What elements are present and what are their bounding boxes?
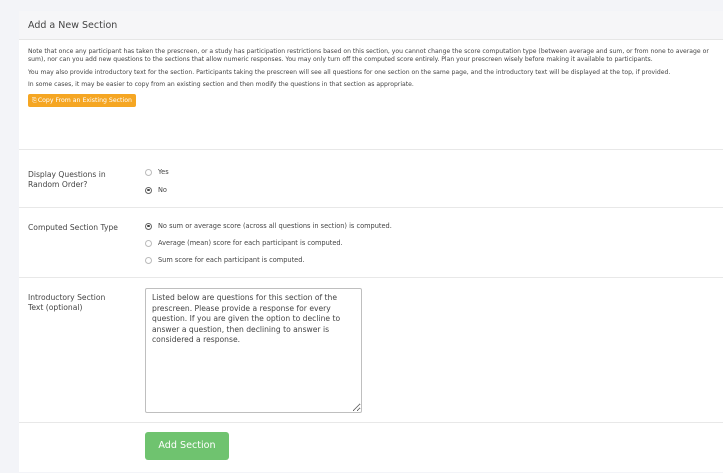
computed-type-row: Computed Section Type No sum or average … xyxy=(19,207,723,278)
computed-option-none[interactable]: No sum or average score (across all ques… xyxy=(145,222,392,230)
panel-title: Add a New Section xyxy=(19,11,723,40)
intro-paragraph-text: You may also provide introductory text f… xyxy=(28,68,671,76)
copy-from-existing-button[interactable]: ⎘Copy From an Existing Section xyxy=(28,93,136,107)
computed-option-average[interactable]: Average (mean) score for each participan… xyxy=(145,239,343,247)
radio-no[interactable] xyxy=(145,186,152,194)
option-no-label: No xyxy=(158,186,167,194)
intro-text-row: Introductory Section Text (optional) xyxy=(19,277,723,423)
intro-text-label: Introductory Section Text (optional) xyxy=(28,293,106,312)
random-order-row: Display Questions in Random Order? Yes N… xyxy=(19,149,723,208)
computed-option-sum[interactable]: Sum score for each participant is comput… xyxy=(145,256,305,264)
radio-yes[interactable] xyxy=(145,168,152,176)
intro-text-textarea[interactable] xyxy=(145,288,362,413)
intro-paragraph-copy: In some cases, it may be easier to copy … xyxy=(28,81,414,88)
computed-option-average-label: Average (mean) score for each participan… xyxy=(158,239,343,247)
random-order-option-yes[interactable]: Yes xyxy=(145,168,169,176)
radio-sum[interactable] xyxy=(145,256,152,264)
submit-row xyxy=(19,422,723,473)
radio-average[interactable] xyxy=(145,239,152,247)
computed-option-none-label: No sum or average score (across all ques… xyxy=(158,222,392,230)
copy-icon: ⎘ xyxy=(32,96,37,104)
option-yes-label: Yes xyxy=(158,168,169,176)
random-order-option-no[interactable]: No xyxy=(145,186,167,194)
intro-notes: Note that once any participant has taken… xyxy=(19,40,723,107)
copy-button-label: Copy From an Existing Section xyxy=(37,96,132,104)
computed-type-label: Computed Section Type xyxy=(28,223,118,232)
add-section-button[interactable]: Add Section xyxy=(145,432,229,460)
random-order-label: Display Questions in Random Order? xyxy=(28,170,106,189)
computed-option-sum-label: Sum score for each participant is comput… xyxy=(158,256,305,264)
radio-none[interactable] xyxy=(145,222,152,230)
add-section-panel: Add a New Section Note that once any par… xyxy=(19,11,723,472)
intro-paragraph-warning: Note that once any participant has taken… xyxy=(28,48,709,63)
